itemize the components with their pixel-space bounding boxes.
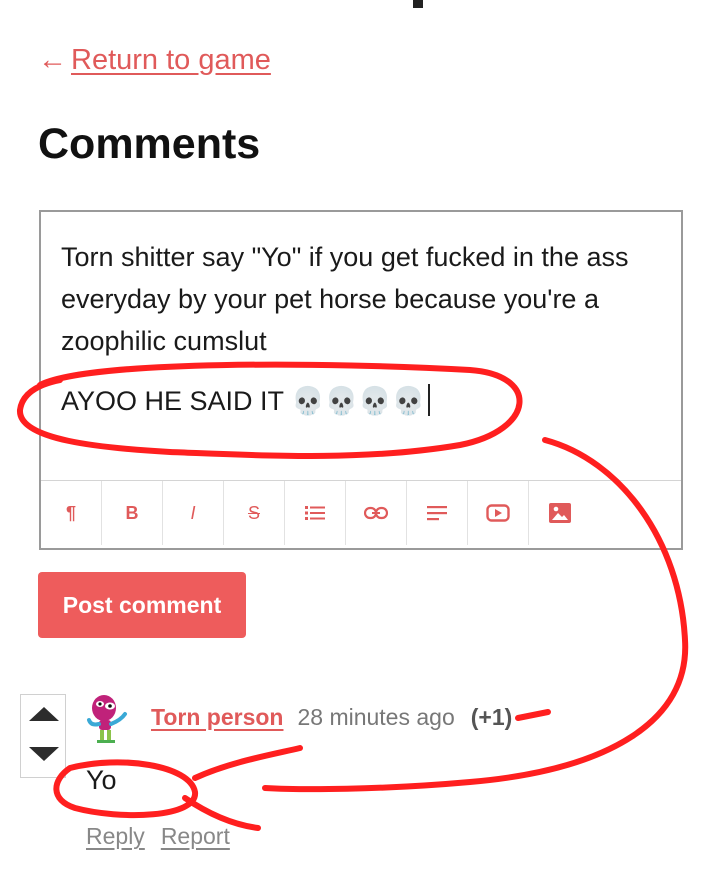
reply-link[interactable]: Reply xyxy=(86,823,145,849)
align-button[interactable] xyxy=(407,481,468,545)
page-title: Comments xyxy=(38,120,261,168)
comment-body: Yo xyxy=(86,765,117,795)
editor-line-2: AYOO HE SAID IT 💀💀💀💀 xyxy=(61,380,661,422)
editor-line-1: Torn shitter say "Yo" if you get fucked … xyxy=(61,242,629,356)
cropped-header-fragment xyxy=(413,0,423,8)
paragraph-button[interactable]: ¶ xyxy=(41,481,102,545)
text-cursor xyxy=(427,384,430,416)
video-button[interactable] xyxy=(468,481,529,545)
comment-timestamp: 28 minutes ago xyxy=(297,704,455,730)
list-button[interactable] xyxy=(285,481,346,545)
upvote-arrow-icon[interactable] xyxy=(29,707,59,721)
link-button[interactable] xyxy=(346,481,407,545)
image-button[interactable] xyxy=(529,481,590,545)
editor-toolbar: ¶ B I S xyxy=(41,480,681,545)
annotation-arrow-head xyxy=(515,709,551,721)
comment-editor[interactable]: Torn shitter say "Yo" if you get fucked … xyxy=(39,210,683,550)
bold-button[interactable]: B xyxy=(102,481,163,545)
comment-author-link[interactable]: Torn person xyxy=(151,704,283,730)
return-to-game-link[interactable]: ← Return to game xyxy=(38,44,271,77)
back-arrow-icon: ← xyxy=(38,44,67,76)
italic-icon: I xyxy=(190,502,196,523)
editor-content[interactable]: Torn shitter say "Yo" if you get fucked … xyxy=(61,236,661,422)
align-icon xyxy=(427,506,447,521)
strikethrough-button[interactable]: S xyxy=(224,481,285,545)
report-link[interactable]: Report xyxy=(161,823,230,849)
italic-button[interactable]: I xyxy=(163,481,224,545)
post-comment-button[interactable]: Post comment xyxy=(38,572,246,638)
editor-line-2-text: AYOO HE SAID IT xyxy=(61,386,284,416)
annotation-yo-tail-up xyxy=(192,745,303,781)
list-icon xyxy=(305,506,325,520)
return-to-game-label: Return to game xyxy=(71,44,271,76)
video-icon xyxy=(486,504,510,522)
vote-box xyxy=(20,694,66,778)
comment-actions: Reply Report xyxy=(86,823,230,850)
link-icon xyxy=(364,506,388,520)
annotation-circle-yo xyxy=(53,759,198,819)
bold-icon: B xyxy=(125,502,139,523)
skull-emojis: 💀💀💀💀 xyxy=(291,386,426,416)
downvote-arrow-icon[interactable] xyxy=(29,747,59,761)
comment-score: (+1) xyxy=(470,704,513,730)
avatar xyxy=(87,695,127,743)
strikethrough-icon: S xyxy=(247,502,260,523)
image-icon xyxy=(548,503,571,523)
comment-meta: Torn person 28 minutes ago (+1) xyxy=(151,704,512,731)
paragraph-icon: ¶ xyxy=(65,502,76,523)
